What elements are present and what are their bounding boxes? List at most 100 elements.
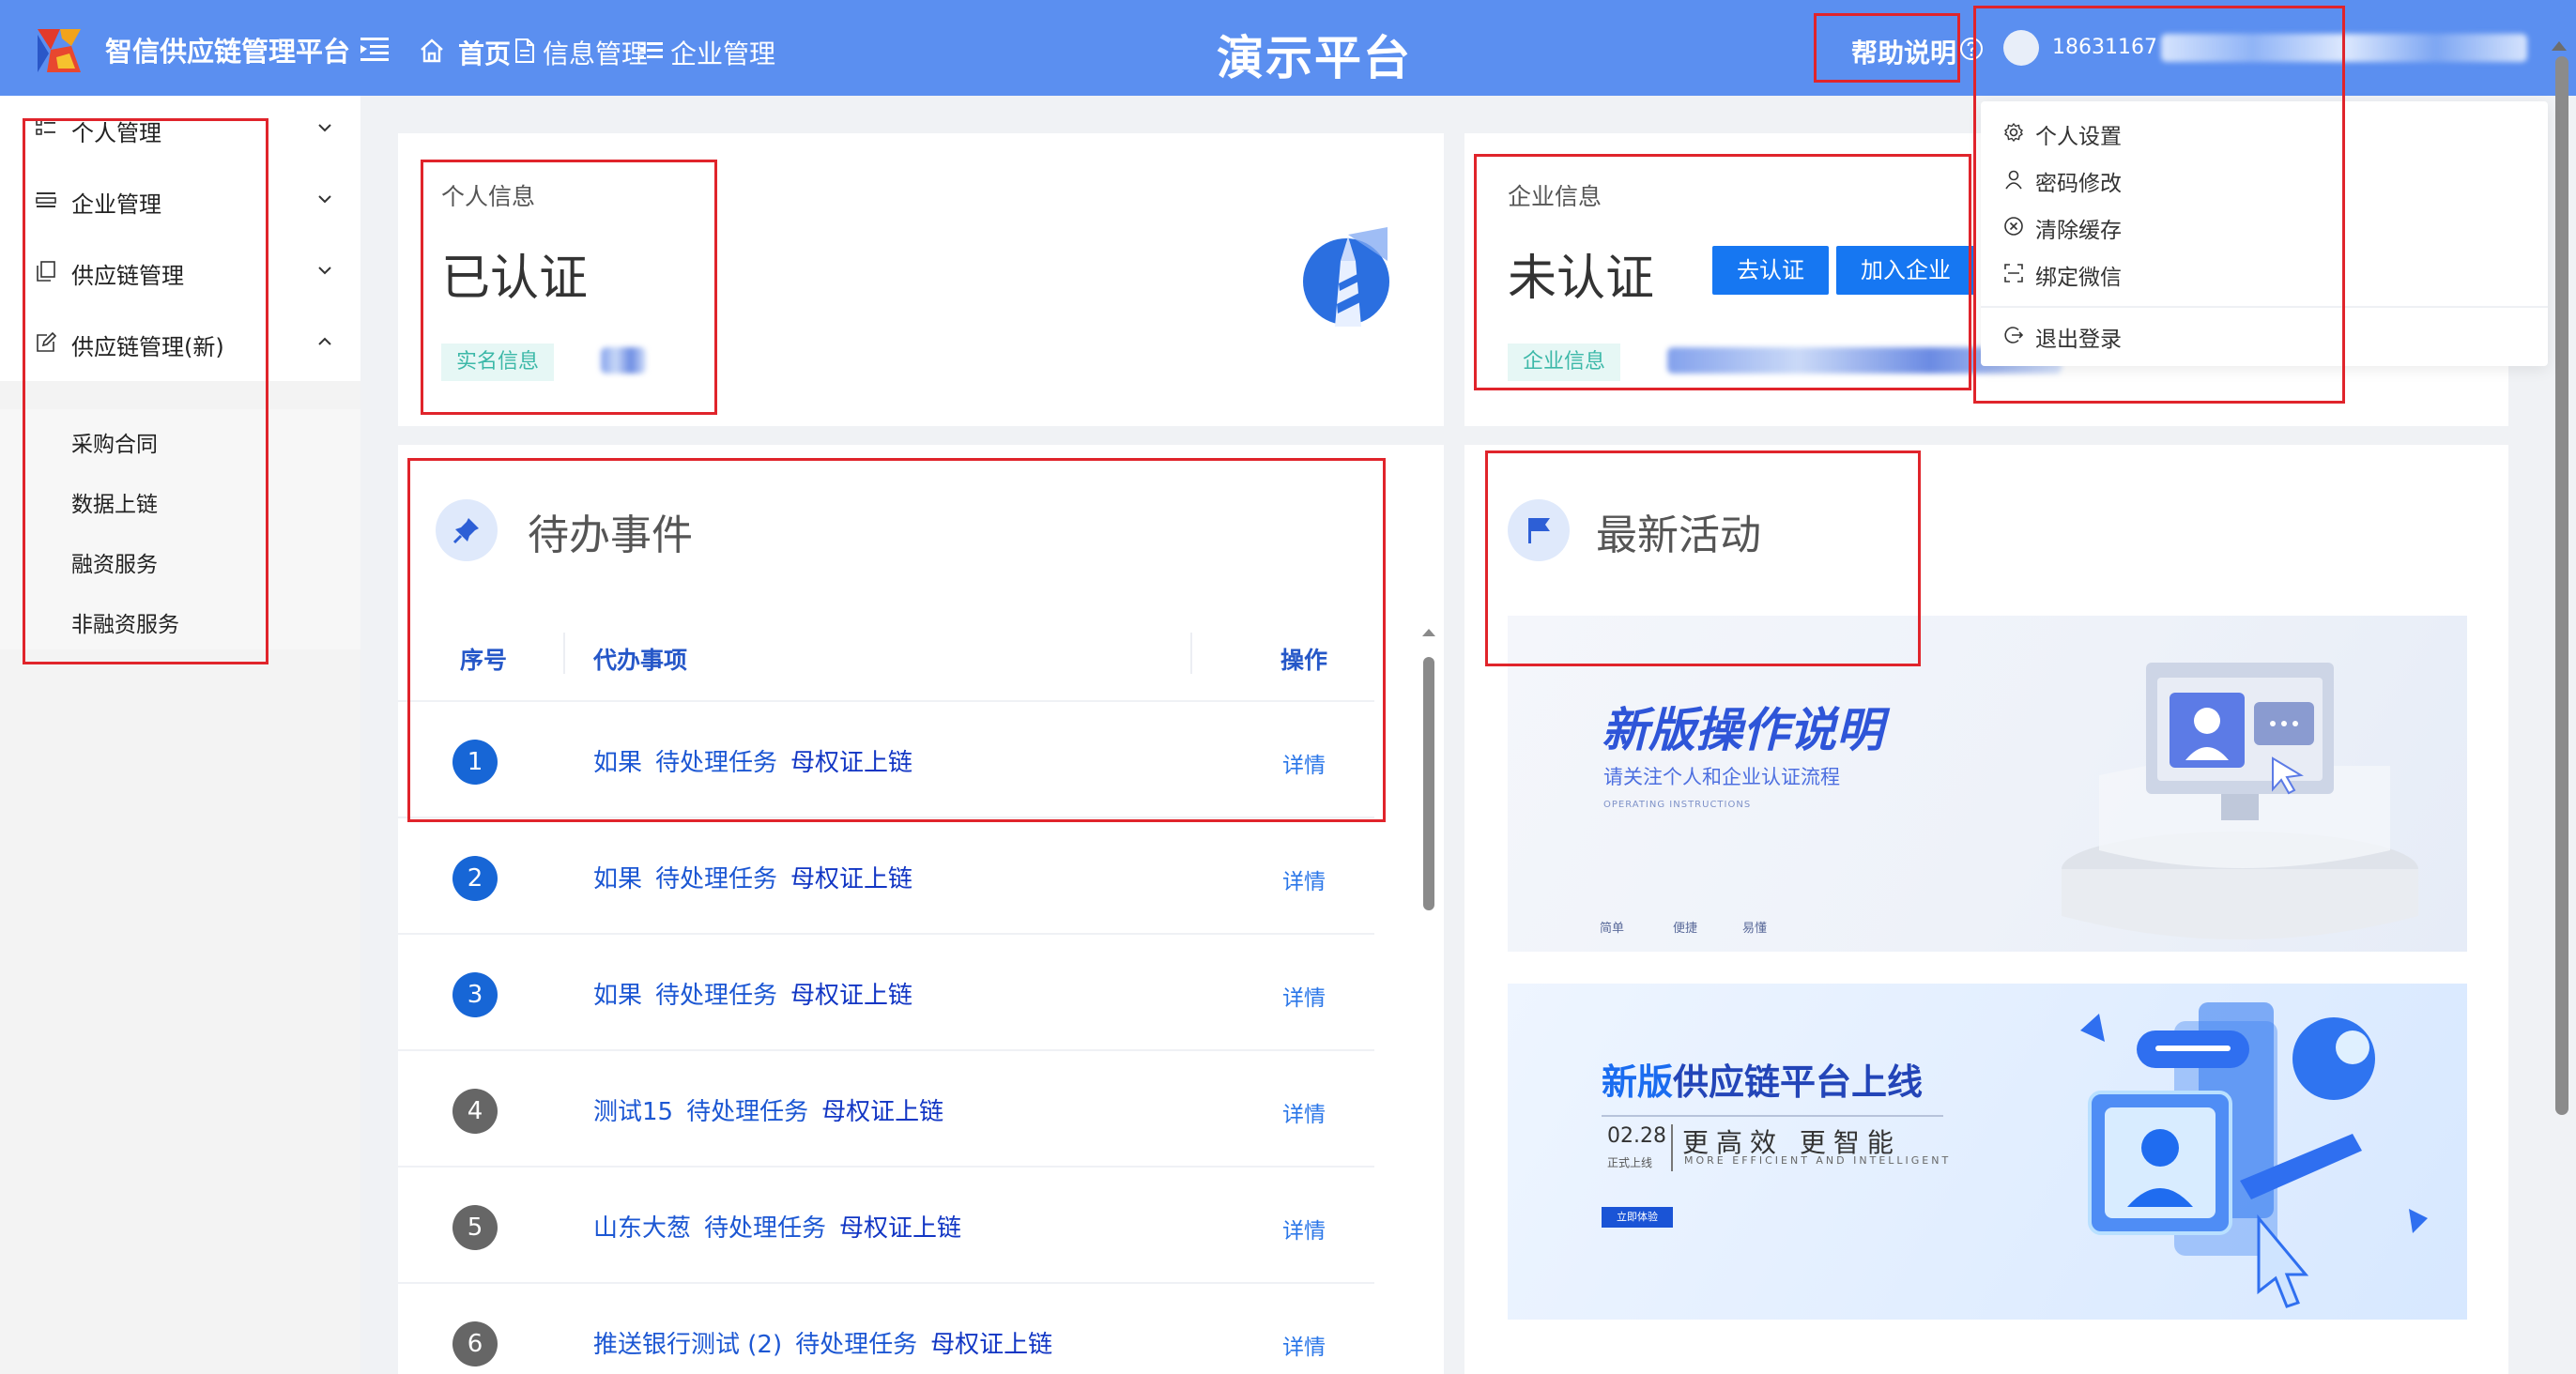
menu-item-logout[interactable]: 退出登录 <box>2003 317 2529 355</box>
personal-info-subtitle: 个人信息 <box>441 183 536 210</box>
row-detail-link[interactable]: 详情 <box>1282 1096 1326 1128</box>
copy-doc-icon <box>37 261 55 282</box>
breadcrumb-info-management[interactable]: 信息管理 <box>543 34 648 71</box>
sidebar-subitem-financing-service[interactable]: 融资服务 <box>71 546 158 578</box>
table-row[interactable]: 1 如果 待处理任务 母权证上链 详情 <box>398 702 1374 818</box>
row-index-badge: 5 <box>452 1205 498 1250</box>
banner2-date-sub: 正式上线 <box>1607 1156 1653 1169</box>
table-row[interactable]: 5 山东大葱 待处理任务 母权证上链 详情 <box>398 1168 1374 1284</box>
sidebar-item-label: 企业管理 <box>71 191 161 218</box>
row-detail-link[interactable]: 详情 <box>1282 1329 1326 1361</box>
user-name-redacted <box>2161 34 2527 62</box>
banner2-date: 02.28 <box>1607 1124 1666 1148</box>
sidebar-subitem-purchase-contract[interactable]: 采购合同 <box>71 426 158 458</box>
row-todo-text[interactable]: 如果 待处理任务 母权证上链 <box>593 860 926 894</box>
menu-item-clear-cache[interactable]: 清除缓存 <box>2003 208 2529 246</box>
table-row[interactable]: 6 推送银行测试 (2) 待处理任务 母权证上链 详情 <box>398 1284 1374 1374</box>
sidebar-item-label: 供应链管理(新) <box>71 334 224 360</box>
question-circle-icon[interactable] <box>1958 36 1985 62</box>
personal-info-card: 个人信息 已认证 实名信息 <box>398 133 1444 426</box>
sidebar-item-supply-chain-management-new[interactable]: 供应链管理(新) <box>0 310 360 381</box>
chevron-down-icon <box>318 195 331 204</box>
menu-item-personal-settings[interactable]: 个人设置 <box>2003 114 2529 152</box>
banner2-try-now-button[interactable]: 立即体验 <box>1602 1207 1673 1228</box>
clear-circle-icon <box>2004 217 2023 236</box>
banner2-divider <box>1602 1115 1943 1117</box>
menu-item-label: 退出登录 <box>2035 328 2122 352</box>
grid-list-icon <box>36 119 55 135</box>
row-index-badge: 4 <box>452 1089 498 1134</box>
row-todo-text[interactable]: 如果 待处理任务 母权证上链 <box>593 743 926 778</box>
banner1-subtitle: 请关注个人和企业认证流程 <box>1603 766 1840 788</box>
user-dropdown-menu: 个人设置 密码修改 清除缓存 绑定微信 退出登录 <box>1981 101 2548 366</box>
company-info-tag: 企业信息 <box>1508 344 1621 381</box>
menu-item-label: 绑定微信 <box>2035 266 2122 290</box>
realname-tag: 实名信息 <box>441 344 555 381</box>
sidebar-item-label: 供应链管理 <box>71 263 184 289</box>
table-row[interactable]: 3 如果 待处理任务 母权证上链 详情 <box>398 935 1374 1051</box>
row-detail-link[interactable]: 详情 <box>1282 1213 1326 1244</box>
row-index-badge: 1 <box>452 740 498 785</box>
scroll-up-arrow-icon[interactable] <box>1421 627 1436 638</box>
row-detail-link[interactable]: 详情 <box>1282 747 1326 779</box>
flag-icon <box>1508 499 1570 561</box>
banner2-vertical-divider <box>1671 1124 1673 1171</box>
page-scroll-up-arrow-icon[interactable] <box>2552 41 2567 51</box>
list-card-icon <box>36 192 56 207</box>
user-card-illustration <box>2080 1002 2428 1308</box>
sidebar-item-label: 个人管理 <box>71 120 161 146</box>
app-logo-icon[interactable] <box>34 25 84 76</box>
row-todo-text[interactable]: 山东大葱 待处理任务 母权证上链 <box>593 1209 974 1244</box>
user-name[interactable]: 18631167 <box>2052 36 2157 59</box>
company-status: 未认证 <box>1508 251 1655 307</box>
table-row[interactable]: 4 测试15 待处理任务 母权证上链 详情 <box>398 1051 1374 1168</box>
personal-status: 已认证 <box>441 251 589 307</box>
banner1-tag-convenient: 便捷 <box>1673 922 1698 936</box>
row-index-badge: 6 <box>452 1321 498 1366</box>
row-todo-text[interactable]: 如果 待处理任务 母权证上链 <box>593 976 926 1011</box>
table-row[interactable]: 2 如果 待处理任务 母权证上链 详情 <box>398 818 1374 935</box>
menu-divider <box>1981 306 2548 308</box>
banner1-tag-simple: 简单 <box>1600 922 1625 936</box>
row-detail-link[interactable]: 详情 <box>1282 980 1326 1012</box>
company-info-subtitle: 企业信息 <box>1508 183 1602 210</box>
column-divider <box>563 633 565 674</box>
sidebar-subitem-non-financing-service[interactable]: 非融资服务 <box>71 606 179 638</box>
chevron-up-icon <box>318 337 331 345</box>
sidebar-item-personal-management[interactable]: 个人管理 <box>0 96 360 167</box>
sidebar-item-supply-chain-management[interactable]: 供应链管理 <box>0 238 360 310</box>
menu-item-bind-wechat[interactable]: 绑定微信 <box>2003 255 2529 293</box>
row-todo-text[interactable]: 测试15 待处理任务 母权证上链 <box>593 1092 957 1127</box>
pin-icon <box>436 499 498 561</box>
top-header: 智信供应链管理平台 首页 信息管理 企业管理 演示平台 帮助说明 1863116… <box>0 0 2576 96</box>
user-avatar[interactable] <box>2003 30 2039 66</box>
chevron-down-icon <box>318 124 331 132</box>
breadcrumb-home[interactable]: 首页 <box>458 34 511 71</box>
row-detail-link[interactable]: 详情 <box>1282 863 1326 895</box>
help-link[interactable]: 帮助说明 <box>1851 33 1956 70</box>
todo-scrollbar-thumb[interactable] <box>1423 657 1434 910</box>
personal-name-redacted <box>601 347 646 374</box>
menu-item-label: 个人设置 <box>2035 125 2122 149</box>
app-name: 智信供应链管理平台 <box>105 36 351 68</box>
page-scrollbar-thumb[interactable] <box>2555 56 2568 1115</box>
sidebar-submenu: 采购合同 数据上链 融资服务 非融资服务 <box>0 409 360 649</box>
menu-item-change-password[interactable]: 密码修改 <box>2003 161 2529 199</box>
activity-banner-operation-guide[interactable]: 新版操作说明 请关注个人和企业认证流程 OPERATING INSTRUCTIO… <box>1508 616 2467 952</box>
platform-title: 演示平台 <box>1217 31 1412 85</box>
join-company-button[interactable]: 加入企业 <box>1836 246 1975 295</box>
menu-fold-icon[interactable] <box>360 36 389 62</box>
banner2-slogan-english: MORE EFFICIENT AND INTELLIGENT <box>1684 1154 1952 1167</box>
row-todo-text[interactable]: 推送银行测试 (2) 待处理任务 母权证上链 <box>593 1325 1066 1360</box>
row-index-badge: 2 <box>452 856 498 901</box>
banner2-title: 新版供应链平台上线 <box>1602 1053 1923 1105</box>
menu-item-label: 清除缓存 <box>2035 219 2122 243</box>
menu-item-label: 密码修改 <box>2035 172 2122 196</box>
computer-platform-illustration <box>2062 663 2418 939</box>
activity-banner-new-platform-launch[interactable]: 新版供应链平台上线 02.28 正式上线 更高效 更智能 MORE EFFICI… <box>1508 984 2467 1320</box>
certify-button[interactable]: 去认证 <box>1712 246 1829 295</box>
list-icon <box>640 42 663 58</box>
sidebar-item-company-management[interactable]: 企业管理 <box>0 167 360 238</box>
home-icon <box>421 38 443 63</box>
sidebar-subitem-data-on-chain[interactable]: 数据上链 <box>71 486 158 518</box>
